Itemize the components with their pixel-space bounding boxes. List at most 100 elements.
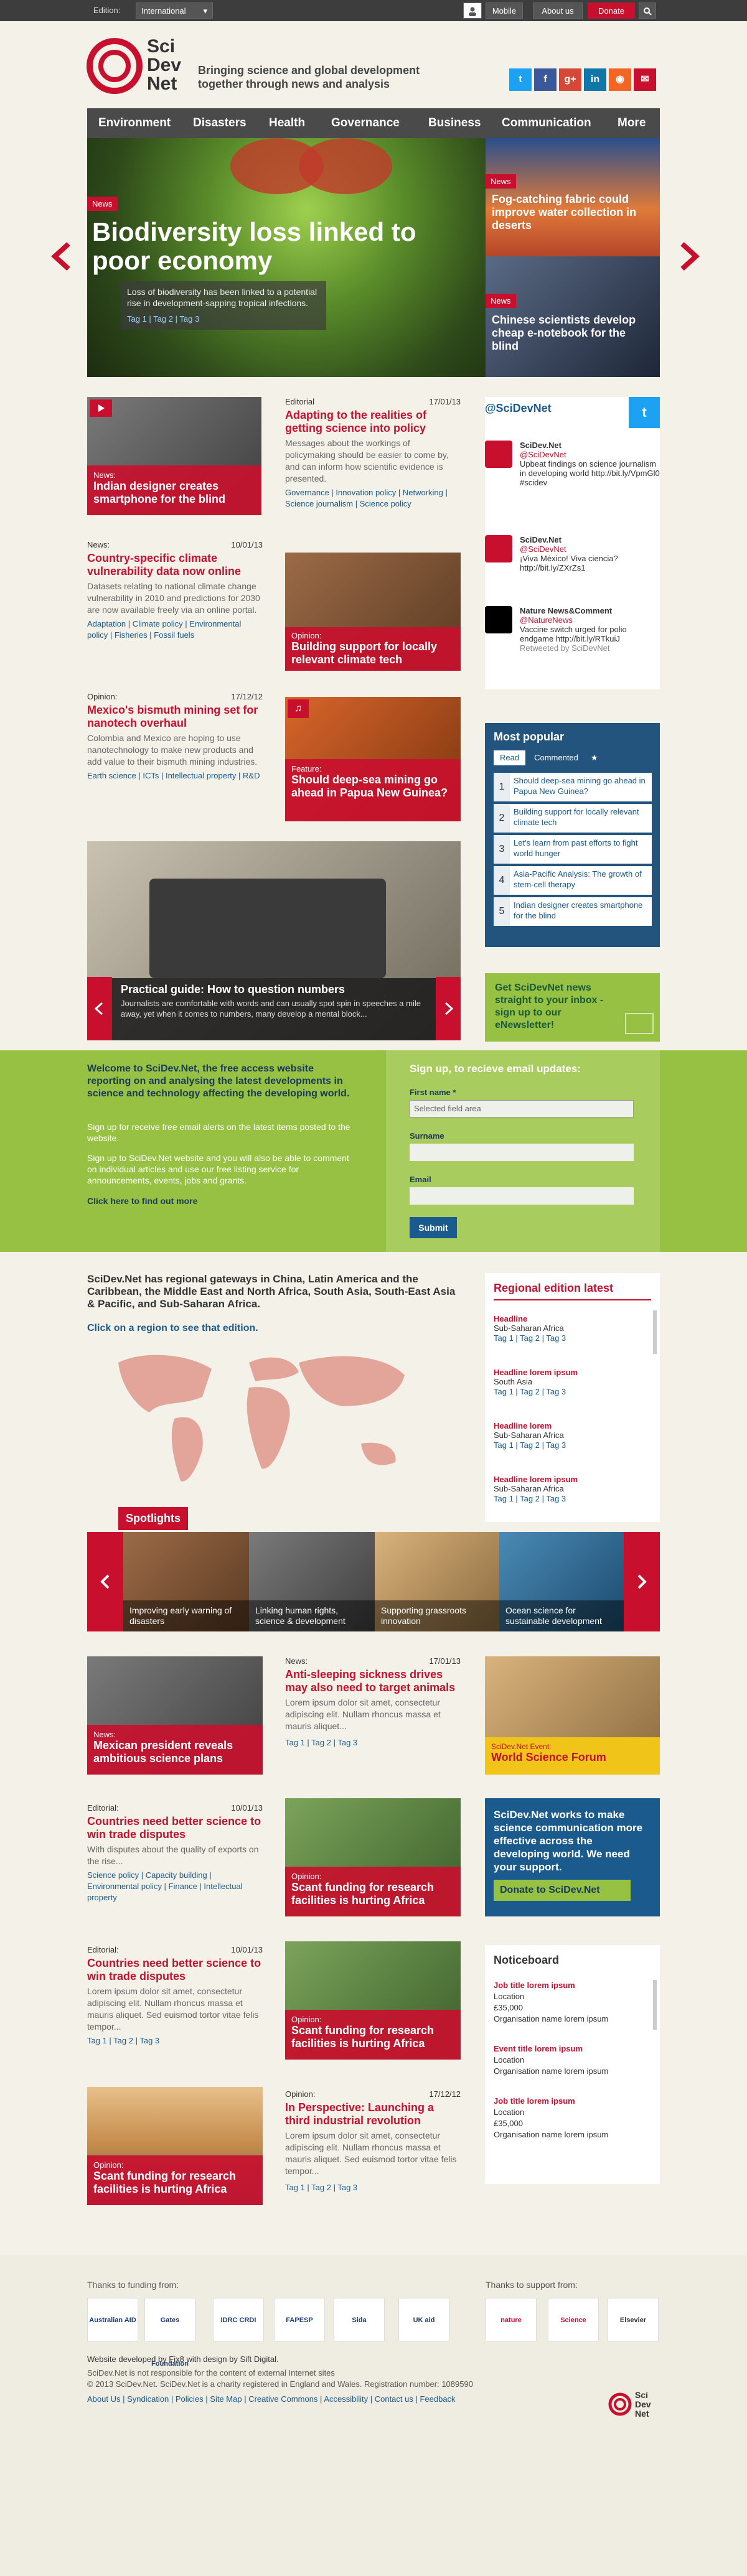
spotlight-item[interactable]: Supporting grassroots innovation [375,1532,499,1631]
card-title[interactable]: Should deep-sea mining go ahead in Papua… [291,773,448,799]
edition-select[interactable]: International ▾ [136,2,213,19]
hero-prev-arrow[interactable] [45,239,80,274]
mobile-link[interactable]: Mobile [486,2,523,19]
nav-communication[interactable]: Communication [502,108,591,138]
sponsor-logo[interactable]: Gates Foundation [144,2298,195,2368]
notice-item[interactable]: Event title lorem ipsum Location Organisat… [494,2043,655,2077]
story-card[interactable]: News: Mexican president reveals ambitious… [87,1656,263,1775]
popular-item[interactable]: 1 Should deep-sea mining go ahead in Papu… [494,773,652,801]
article-tags[interactable]: Science policy | Capacity building | Env… [87,1870,263,1903]
regions-link[interactable]: Click on a region to see that edition. [87,1323,258,1334]
email-field[interactable] [410,1187,634,1205]
side-title[interactable]: Fog-catching fabric could improve water … [492,193,654,232]
scrollbar[interactable] [653,1980,657,2030]
sponsor-logo[interactable]: FAPESP [274,2298,325,2341]
regional-item[interactable]: Headline Sub-Saharan Africa Tag 1 | Tag 2 … [494,1314,655,1344]
card-title[interactable]: Mexican president reveals ambitious scie… [93,1739,233,1765]
story-card[interactable]: Opinion: Scant funding for research facil… [87,2087,263,2205]
regional-item[interactable]: Headline lorem ipsum Sub-Saharan Africa Ta… [494,1475,655,1505]
tweet-at[interactable]: @SciDevNet [520,450,566,459]
article-tags[interactable]: Tag 1 | Tag 2 | Tag 3 [285,2182,461,2193]
story-card[interactable]: News: Indian designer creates smartphone … [87,397,261,515]
side-story-1[interactable]: News Fog-catching fabric could improve w… [486,138,660,256]
story-card[interactable]: ♫ Feature: Should deep-sea mining go ahea… [285,697,461,821]
spotlight-next-arrow[interactable] [624,1532,660,1631]
sponsor-logo[interactable]: UK aid [398,2298,449,2341]
tab-commented[interactable]: Commented [528,750,585,765]
story-card[interactable]: Opinion: Scant funding for research facil… [285,1798,461,1916]
hero-image[interactable]: News Biodiversity loss linked to poor ec… [87,138,486,377]
story-card[interactable]: Opinion: Building support for locally rel… [285,553,461,671]
submit-button[interactable]: Submit [410,1217,457,1238]
hero-title[interactable]: Biodiversity loss linked to poor economy [92,218,466,275]
article-tags[interactable]: Tag 1 | Tag 2 | Tag 3 [87,2035,263,2046]
spotlight-item[interactable]: Improving early warning of disasters [123,1532,249,1631]
article-title[interactable]: Countries need better science to win tra… [87,1957,263,1983]
article-tags[interactable]: Earth science | ICTs | Intellectual prop… [87,770,263,782]
tweet-at[interactable]: @NatureNews [520,615,573,625]
facebook-icon[interactable]: f [534,68,557,91]
card-title[interactable]: Scant funding for research facilities is… [291,2024,434,2050]
find-out-more-link[interactable]: Click here to find out more [87,1196,197,1206]
nav-governance[interactable]: Governance [331,108,400,138]
googleplus-icon[interactable]: g+ [559,68,581,91]
guide-prev-arrow[interactable] [87,977,112,1040]
footer-links[interactable]: About Us | Syndication | Policies | Site… [87,2394,456,2404]
article-tags[interactable]: Tag 1 | Tag 2 | Tag 3 [285,1737,461,1748]
popular-item[interactable]: 3 Let's learn from past efforts to fight … [494,835,652,864]
tag[interactable]: Tag 1 [127,314,147,324]
supporter-logo[interactable]: nature [486,2298,537,2341]
article-title[interactable]: Mexico's bismuth mining set for nanotech… [87,704,263,730]
story-card[interactable]: Opinion: Scant funding for research facil… [285,1941,461,2060]
hero-next-arrow[interactable] [671,239,706,274]
article-title[interactable]: Countries need better science to win tra… [87,1815,263,1841]
sponsor-logo[interactable]: Sida [334,2298,385,2341]
surname-field[interactable] [410,1144,634,1161]
tag[interactable]: Tag 3 [179,314,199,324]
notice-item[interactable]: Job title lorem ipsum Location £35,000 Orga… [494,2096,655,2140]
popular-item[interactable]: 2 Building support for locally relevant c… [494,804,652,833]
article-tags[interactable]: Adaptation | Climate policy | Environmen… [87,618,263,641]
nav-health[interactable]: Health [269,108,305,138]
logo-icon[interactable] [86,37,143,95]
guide-next-arrow[interactable] [436,977,461,1040]
side-story-2[interactable]: News Chinese scientists develop cheap e-… [486,256,660,377]
popular-item[interactable]: 4 Asia-Pacific Analysis: The growth of st… [494,866,652,895]
linkedin-icon[interactable]: in [584,68,606,91]
spotlight-prev-arrow[interactable] [87,1532,123,1631]
nav-environment[interactable]: Environment [98,108,171,138]
logo-icon[interactable] [608,2392,632,2417]
rss-icon[interactable]: ◉ [609,68,631,91]
sponsor-logo[interactable]: IDRC CRDI [213,2298,264,2341]
supporter-logo[interactable]: Science [548,2298,599,2341]
guide-title[interactable]: Practical guide: How to question numbers [121,983,426,996]
about-link[interactable]: About us [533,2,583,19]
twitter-handle[interactable]: @SciDevNet [485,402,552,415]
card-title[interactable]: Scant funding for research facilities is… [93,2170,236,2195]
spotlight-item[interactable]: Linking human rights, science & developm… [249,1532,375,1631]
spotlight-item[interactable]: Ocean science for sustainable developmen… [499,1532,624,1631]
article-title[interactable]: Adapting to the realities of getting sci… [285,409,461,435]
star-icon[interactable]: ★ [587,750,602,765]
nav-disasters[interactable]: Disasters [193,108,247,138]
twitter-icon[interactable]: t [509,68,532,91]
regional-item[interactable]: Headline lorem Sub-Saharan Africa Tag 1 | … [494,1421,655,1451]
article-title[interactable]: Anti-sleeping sickness drives may also n… [285,1668,461,1694]
sponsor-logo[interactable]: Australian AID [87,2298,138,2341]
donate-button[interactable]: Donate [588,2,635,19]
article-tags[interactable]: Governance | Innovation policy | Network… [285,487,461,510]
notice-item[interactable]: Job title lorem ipsum Location £35,000 Orga… [494,1980,655,2025]
card-title[interactable]: Building support for locally relevant cl… [291,640,437,666]
popular-item[interactable]: 5 Indian designer creates smartphone for … [494,897,652,926]
first-name-field[interactable]: Selected field area [410,1100,634,1118]
search-icon[interactable] [639,2,656,19]
scrollbar[interactable] [653,1310,657,1354]
article-title[interactable]: In Perspective: Launching a third indust… [285,2101,461,2127]
practical-guide[interactable]: Practical guide: How to question numbers… [87,841,461,1040]
twitter-icon[interactable]: t [629,397,660,428]
world-map[interactable] [93,1338,442,1493]
tag[interactable]: Tag 2 [153,314,173,324]
side-title[interactable]: Chinese scientists develop cheap e-noteb… [492,314,654,353]
user-icon[interactable] [463,2,482,19]
email-icon[interactable]: ✉ [634,68,656,91]
